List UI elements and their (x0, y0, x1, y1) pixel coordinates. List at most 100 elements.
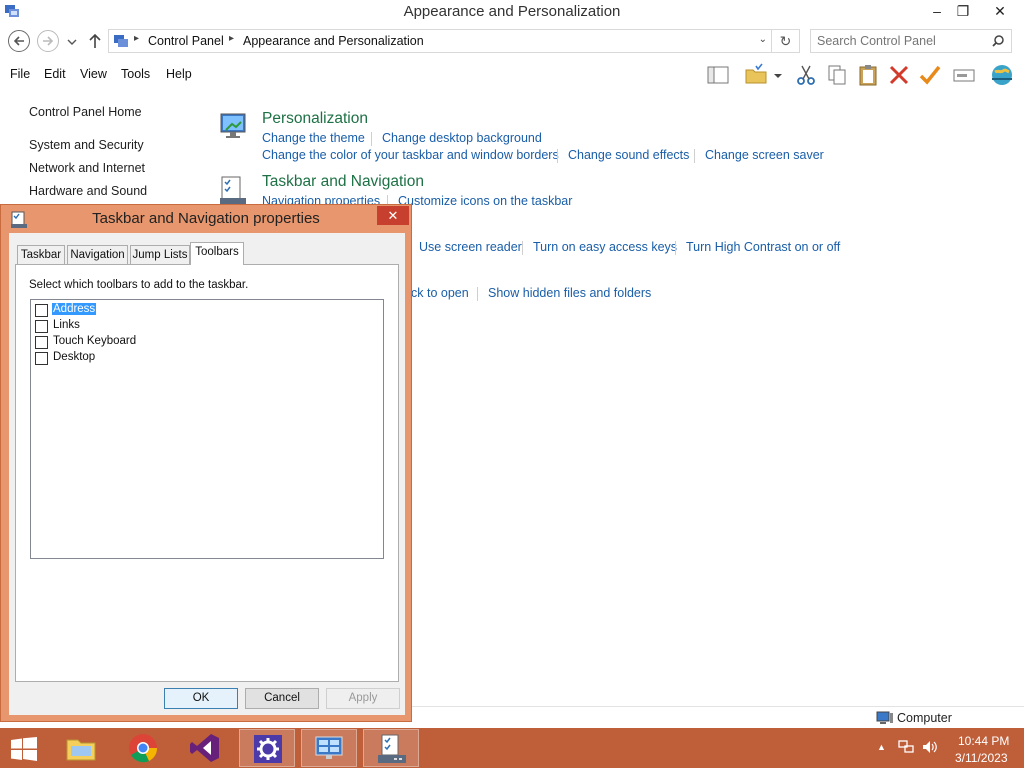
cancel-button[interactable]: Cancel (245, 688, 319, 709)
taskbar-properties-icon (378, 734, 406, 763)
close-button[interactable]: ✕ (980, 0, 1020, 22)
search-icon[interactable] (991, 34, 1005, 51)
link-change-desktop-background[interactable]: Change desktop background (382, 131, 542, 145)
taskbar-taskbar-properties[interactable] (363, 729, 419, 767)
up-arrow-icon[interactable] (88, 32, 102, 50)
breadcrumb-control-panel[interactable]: Control Panel (148, 34, 224, 48)
menu-file[interactable]: File (10, 67, 30, 81)
search-input[interactable] (817, 34, 987, 48)
left-link-system-security[interactable]: System and Security (29, 138, 144, 152)
maximize-button[interactable]: ❐ (950, 0, 976, 22)
computer-icon (876, 711, 894, 725)
menu-view[interactable]: View (80, 67, 107, 81)
dialog-title: Taskbar and Navigation properties (92, 210, 320, 227)
taskbar-navigation-icon[interactable] (218, 174, 250, 206)
link-click-to-open[interactable]: ck to open (411, 286, 469, 300)
dialog-body: Taskbar Navigation Jump Lists Toolbars S… (9, 233, 405, 715)
properties-check-icon[interactable] (918, 63, 942, 87)
checkbox[interactable] (35, 336, 48, 349)
tab-navigation[interactable]: Navigation (67, 245, 128, 264)
network-icon[interactable] (898, 739, 914, 758)
left-link-network-internet[interactable]: Network and Internet (29, 161, 145, 175)
link-change-screen-saver[interactable]: Change screen saver (705, 148, 824, 162)
copy-icon[interactable] (825, 63, 849, 87)
tab-toolbars[interactable]: Toolbars (190, 242, 244, 265)
menu-edit[interactable]: Edit (44, 67, 66, 81)
title-bar[interactable]: Appearance and Personalization – ❐ ✕ (0, 0, 1024, 26)
link-separator (477, 287, 478, 301)
control-panel-icon (315, 736, 343, 759)
folder-options-icon[interactable] (744, 63, 768, 87)
apply-button[interactable]: Apply (326, 688, 400, 709)
checkbox[interactable] (35, 304, 48, 317)
list-item-label: Links (53, 319, 80, 331)
toolbars-list[interactable]: Address Links Touch Keyboard Desktop (30, 299, 384, 559)
menu-help[interactable]: Help (166, 67, 192, 81)
dialog-close-button[interactable]: ✕ (377, 206, 409, 225)
link-change-taskbar-color[interactable]: Change the color of your taskbar and win… (262, 148, 559, 162)
minimize-button[interactable]: – (924, 0, 950, 22)
link-easy-access-keys[interactable]: Turn on easy access keys (533, 240, 677, 254)
volume-icon[interactable] (921, 739, 939, 758)
taskbar-chrome[interactable] (115, 729, 171, 767)
paste-icon[interactable] (856, 63, 880, 87)
personalization-icon[interactable] (218, 110, 250, 142)
link-separator (522, 241, 523, 255)
cut-icon[interactable] (794, 63, 818, 87)
address-row: ▸ Control Panel ▸ Appearance and Persona… (0, 28, 1024, 56)
search-box[interactable] (810, 29, 1012, 53)
globe-icon[interactable] (990, 63, 1014, 87)
link-high-contrast[interactable]: Turn High Contrast on or off (686, 240, 840, 254)
link-customize-taskbar-icons[interactable]: Customize icons on the taskbar (398, 194, 572, 208)
gear-icon (254, 735, 282, 763)
start-windows-icon[interactable] (10, 737, 38, 764)
forward-button[interactable] (37, 30, 59, 52)
taskbar: ▲ 10:44 PM 3/11/2023 (0, 728, 1024, 768)
back-button[interactable] (8, 30, 30, 52)
taskbar-properties-dialog: Taskbar and Navigation properties ✕ Task… (0, 204, 412, 722)
checkbox[interactable] (35, 320, 48, 333)
instruction-text: Select which toolbars to add to the task… (29, 279, 249, 291)
tab-taskbar[interactable]: Taskbar (17, 245, 65, 264)
category-title-personalization[interactable]: Personalization (262, 110, 368, 128)
list-item-label: Address (50, 302, 98, 316)
delete-icon[interactable] (887, 63, 911, 87)
address-dropdown-icon[interactable]: ⌄ (759, 34, 767, 45)
rename-icon[interactable] (952, 63, 976, 87)
link-use-screen-reader[interactable]: Use screen reader (419, 240, 522, 254)
window-title: Appearance and Personalization (403, 3, 621, 20)
list-item-label: Desktop (53, 351, 96, 363)
link-change-theme[interactable]: Change the theme (262, 131, 365, 145)
category-title-taskbar-navigation[interactable]: Taskbar and Navigation (262, 173, 424, 191)
taskbar-file-explorer[interactable] (53, 729, 109, 767)
clock-time[interactable]: 10:44 PM (958, 734, 1009, 748)
list-item-label: Touch Keyboard (53, 335, 137, 347)
recent-locations-chevron-icon[interactable] (66, 36, 78, 46)
toolbars-tab-panel: Select which toolbars to add to the task… (15, 264, 399, 682)
menu-bar: File Edit View Tools Help (0, 60, 1024, 90)
link-separator (675, 241, 676, 255)
ok-button[interactable]: OK (164, 688, 238, 709)
layout-pane-icon[interactable] (706, 63, 730, 87)
chevron-down-icon[interactable] (772, 63, 784, 87)
taskbar-settings[interactable] (239, 729, 295, 767)
visual-studio-icon (190, 734, 219, 762)
breadcrumb-separator-icon: ▸ (229, 33, 235, 44)
breadcrumb-appearance[interactable]: Appearance and Personalization (243, 34, 424, 48)
link-show-hidden-files[interactable]: Show hidden files and folders (488, 286, 651, 300)
left-link-hardware-sound[interactable]: Hardware and Sound (29, 184, 147, 198)
left-link-control-panel-home[interactable]: Control Panel Home (29, 105, 142, 119)
control-panel-icon (113, 34, 129, 48)
checkbox[interactable] (35, 352, 48, 365)
menu-tools[interactable]: Tools (121, 67, 150, 81)
address-bar[interactable]: ▸ Control Panel ▸ Appearance and Persona… (108, 29, 772, 53)
refresh-button[interactable]: ↻ (772, 29, 800, 53)
tab-jump-lists[interactable]: Jump Lists (130, 245, 190, 264)
link-change-sound-effects[interactable]: Change sound effects (568, 148, 689, 162)
status-text: Computer (897, 711, 952, 725)
taskbar-control-panel[interactable] (301, 729, 357, 767)
clock-date[interactable]: 3/11/2023 (955, 751, 1008, 765)
taskbar-visual-studio[interactable] (177, 729, 233, 767)
show-hidden-icons-chevron-icon[interactable]: ▲ (877, 742, 886, 752)
folder-icon (66, 739, 96, 761)
